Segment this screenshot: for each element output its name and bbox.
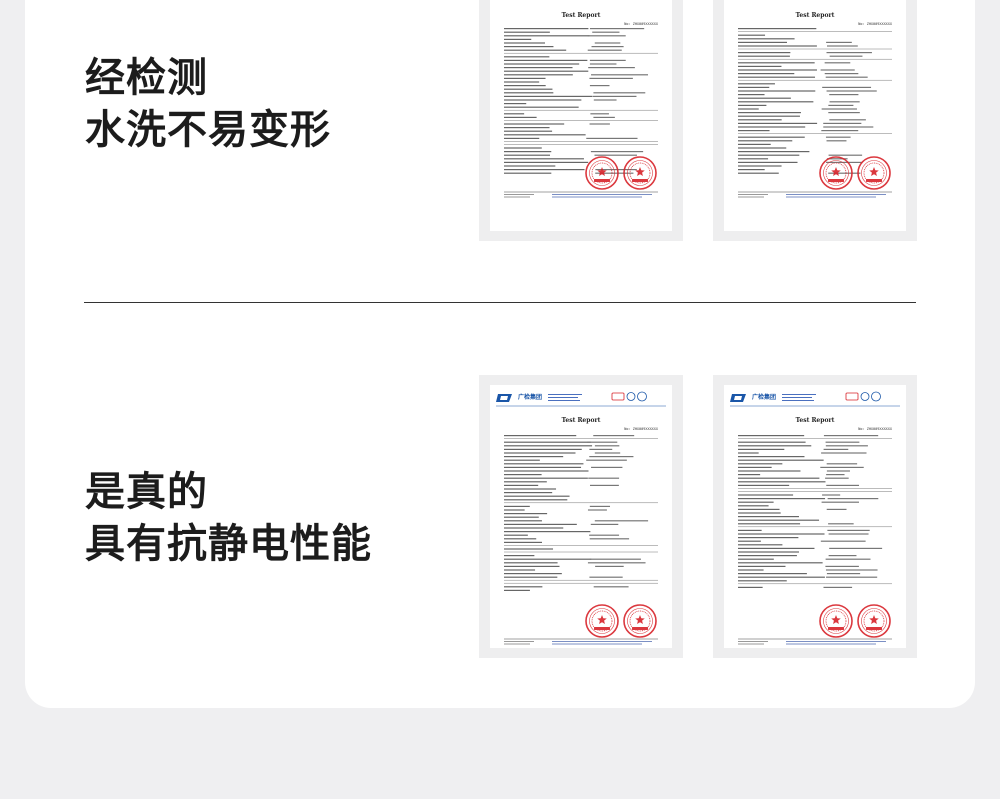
letterhead-badges — [730, 391, 900, 407]
red-seal-icon — [819, 604, 853, 638]
red-seal-icon — [623, 604, 657, 638]
red-seal-icon — [585, 604, 619, 638]
official-seal-stamps — [819, 604, 891, 638]
report-footer — [504, 191, 658, 198]
test-report-image: 广检集团 Test Report No: ZHX009XXXXXX — [713, 375, 917, 658]
test-report-page: 广检集团 Test Report No: ZHX009XXXXXX — [490, 385, 672, 648]
test-report-page: 广检集团 Test Report No: ZHX009XXXXXX — [724, 385, 906, 648]
red-seal-icon — [857, 604, 891, 638]
headline-line-2: 水洗不易变形 — [85, 107, 331, 153]
headline-line-1: 经检测 — [85, 55, 208, 101]
test-report-image: Test Report No: ZHX009XXXXXX — [479, 0, 683, 241]
headline-line-1: 是真的 — [85, 469, 208, 515]
report-body-text — [738, 28, 892, 198]
test-report-image: 广检集团 Test Report No: ZHX009XXXXXX — [479, 375, 683, 658]
report-body-text — [504, 28, 658, 198]
test-report-page: Test Report No: ZHX009XXXXXX — [490, 0, 672, 231]
report-body-text — [730, 391, 900, 645]
official-seal-stamps — [585, 604, 657, 638]
red-seal-icon — [857, 156, 891, 190]
letterhead-badges — [496, 391, 666, 407]
test-report-page: Test Report No: ZHX009XXXXXX — [724, 0, 906, 231]
report-text-lines — [738, 28, 892, 174]
report-body-text — [496, 391, 666, 645]
report-footer — [738, 638, 892, 645]
report-text-lines — [738, 435, 892, 588]
report-text-lines — [504, 435, 658, 591]
headline-antistatic: 是真的 具有抗静电性能 — [85, 466, 372, 570]
headline-washable: 经检测 水洗不易变形 — [85, 52, 331, 156]
report-footer — [738, 191, 892, 198]
report-footer — [504, 638, 658, 645]
section-divider — [84, 302, 916, 303]
headline-line-2: 具有抗静电性能 — [85, 521, 372, 567]
test-report-image: Test Report No: ZHX009XXXXXX — [713, 0, 917, 241]
report-text-lines — [504, 28, 658, 174]
